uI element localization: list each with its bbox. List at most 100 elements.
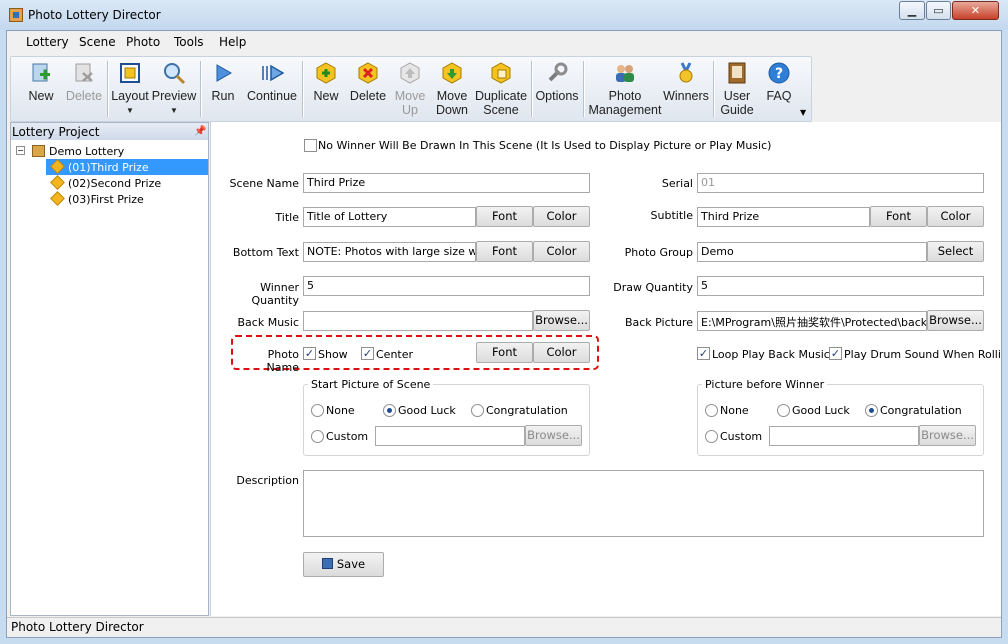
back-music-label: Back Music xyxy=(237,316,300,329)
title-bar: Photo Lottery Director ▁ ▭ ✕ xyxy=(0,0,1008,30)
draw-quantity-input[interactable]: 5 xyxy=(697,276,984,296)
bottom-text-font-button[interactable]: Font xyxy=(476,241,533,262)
menu-tools[interactable]: Tools xyxy=(174,35,204,49)
title-font-button[interactable]: Font xyxy=(476,206,533,227)
delete-lottery-icon xyxy=(75,63,93,82)
svg-text:?: ? xyxy=(775,66,783,82)
play-icon xyxy=(216,64,233,82)
run-button[interactable]: Run xyxy=(204,57,242,121)
scene-name-input[interactable]: Third Prize xyxy=(303,173,590,193)
back-music-input[interactable] xyxy=(303,311,533,331)
center-checkbox[interactable]: ✓ xyxy=(361,347,374,360)
winner-none-radio[interactable] xyxy=(705,404,718,417)
bottom-text-color-button[interactable]: Color xyxy=(533,241,590,262)
winner-good-luck-radio[interactable] xyxy=(777,404,790,417)
photo-name-label: Photo Name xyxy=(266,348,299,374)
pin-icon[interactable]: 📌 xyxy=(194,126,206,137)
new-lottery-button[interactable]: New xyxy=(19,57,63,121)
toolbar-separator xyxy=(713,61,714,117)
close-button[interactable]: ✕ xyxy=(952,1,999,20)
toolbar-separator xyxy=(107,61,108,117)
show-label: Show xyxy=(318,348,348,361)
move-down-button[interactable]: Move Down xyxy=(431,57,473,121)
back-picture-input[interactable]: E:\MProgram\照片抽奖软件\Protected\back.jpg xyxy=(697,311,927,331)
before-winner-group-title: Picture before Winner xyxy=(702,378,828,391)
play-drum-checkbox[interactable]: ✓ xyxy=(829,347,842,360)
faq-button[interactable]: ? FAQ xyxy=(759,57,799,121)
subtitle-label: Subtitle xyxy=(650,209,693,222)
description-textarea[interactable] xyxy=(303,470,984,537)
toolbar-separator xyxy=(583,61,584,117)
start-none-label: None xyxy=(326,404,355,417)
photo-group-select-button[interactable]: Select xyxy=(927,241,984,262)
photo-management-button[interactable]: Photo Management xyxy=(585,57,665,121)
collapse-icon[interactable]: − xyxy=(16,146,25,155)
back-picture-browse-button[interactable]: Browse... xyxy=(927,310,984,331)
winner-custom-label: Custom xyxy=(720,430,763,443)
preview-button[interactable]: Preview ▼ xyxy=(151,57,197,121)
medal-icon xyxy=(679,62,693,83)
minimize-button[interactable]: ▁ xyxy=(899,1,925,20)
winner-quantity-input[interactable]: 5 xyxy=(303,276,590,296)
start-custom-radio[interactable] xyxy=(311,430,324,443)
back-music-browse-button[interactable]: Browse... xyxy=(533,310,590,331)
fast-forward-icon xyxy=(262,64,284,82)
new-scene-button[interactable]: New xyxy=(307,57,345,121)
subtitle-font-button[interactable]: Font xyxy=(870,206,927,227)
winner-custom-radio[interactable] xyxy=(705,430,718,443)
duplicate-scene-icon xyxy=(491,62,511,84)
tree-item-third-prize[interactable]: (01)Third Prize xyxy=(46,159,208,175)
start-good-luck-radio[interactable] xyxy=(383,404,396,417)
title-color-button[interactable]: Color xyxy=(533,206,590,227)
toolbar-separator xyxy=(200,61,201,117)
start-none-radio[interactable] xyxy=(311,404,324,417)
winner-quantity-label: Winner Quantity xyxy=(251,281,299,307)
save-button[interactable]: Save xyxy=(303,552,384,577)
move-down-icon xyxy=(442,62,462,84)
layout-button[interactable]: Layout ▼ xyxy=(111,57,149,121)
photo-group-input[interactable]: Demo xyxy=(697,242,927,262)
toolbar-overflow-icon[interactable]: ▼ xyxy=(800,108,810,118)
menu-bar: Lottery Scene Photo Tools Help xyxy=(7,31,1001,54)
options-button[interactable]: Options xyxy=(533,57,581,121)
maximize-button[interactable]: ▭ xyxy=(926,1,951,20)
winner-custom-browse-button[interactable]: Browse... xyxy=(919,425,976,446)
move-up-icon xyxy=(400,62,420,84)
serial-input[interactable]: 01 xyxy=(697,173,984,193)
winner-congratulation-radio[interactable] xyxy=(865,404,878,417)
menu-help[interactable]: Help xyxy=(219,35,246,49)
description-label: Description xyxy=(236,474,299,487)
duplicate-scene-button[interactable]: Duplicate Scene xyxy=(473,57,529,121)
photo-name-color-button[interactable]: Color xyxy=(533,342,590,363)
start-custom-browse-button[interactable]: Browse... xyxy=(525,425,582,446)
continue-button[interactable]: Continue xyxy=(244,57,300,121)
delete-scene-button[interactable]: Delete xyxy=(347,57,389,121)
magnifier-icon xyxy=(164,63,186,85)
bottom-text-input[interactable]: NOTE: Photos with large size will make xyxy=(303,242,476,262)
loop-music-checkbox[interactable]: ✓ xyxy=(697,347,710,360)
winner-custom-input[interactable] xyxy=(769,426,919,446)
window-title: Photo Lottery Director xyxy=(28,8,161,22)
delete-lottery-button[interactable]: Delete xyxy=(63,57,105,121)
winners-button[interactable]: Winners xyxy=(661,57,711,121)
show-checkbox[interactable]: ✓ xyxy=(303,347,316,360)
wrench-icon xyxy=(548,62,568,82)
menu-photo[interactable]: Photo xyxy=(126,35,160,49)
start-custom-input[interactable] xyxy=(375,426,525,446)
panel-header: Lottery Project xyxy=(11,123,208,140)
photo-name-font-button[interactable]: Font xyxy=(476,342,533,363)
no-winner-checkbox[interactable] xyxy=(304,139,317,152)
start-congratulation-radio[interactable] xyxy=(471,404,484,417)
toolbar-separator xyxy=(531,61,532,117)
subtitle-color-button[interactable]: Color xyxy=(927,206,984,227)
move-up-button[interactable]: Move Up xyxy=(391,57,429,121)
tree-item-label: (02)Second Prize xyxy=(68,177,162,190)
user-guide-button[interactable]: User Guide xyxy=(715,57,759,121)
subtitle-input[interactable]: Third Prize xyxy=(697,207,870,227)
menu-scene[interactable]: Scene xyxy=(79,35,116,49)
title-input[interactable]: Title of Lottery xyxy=(303,207,476,227)
winner-none-label: None xyxy=(720,404,749,417)
menu-lottery[interactable]: Lottery xyxy=(26,35,69,49)
floppy-icon xyxy=(321,558,333,569)
tree-item-label: (03)First Prize xyxy=(68,193,144,206)
